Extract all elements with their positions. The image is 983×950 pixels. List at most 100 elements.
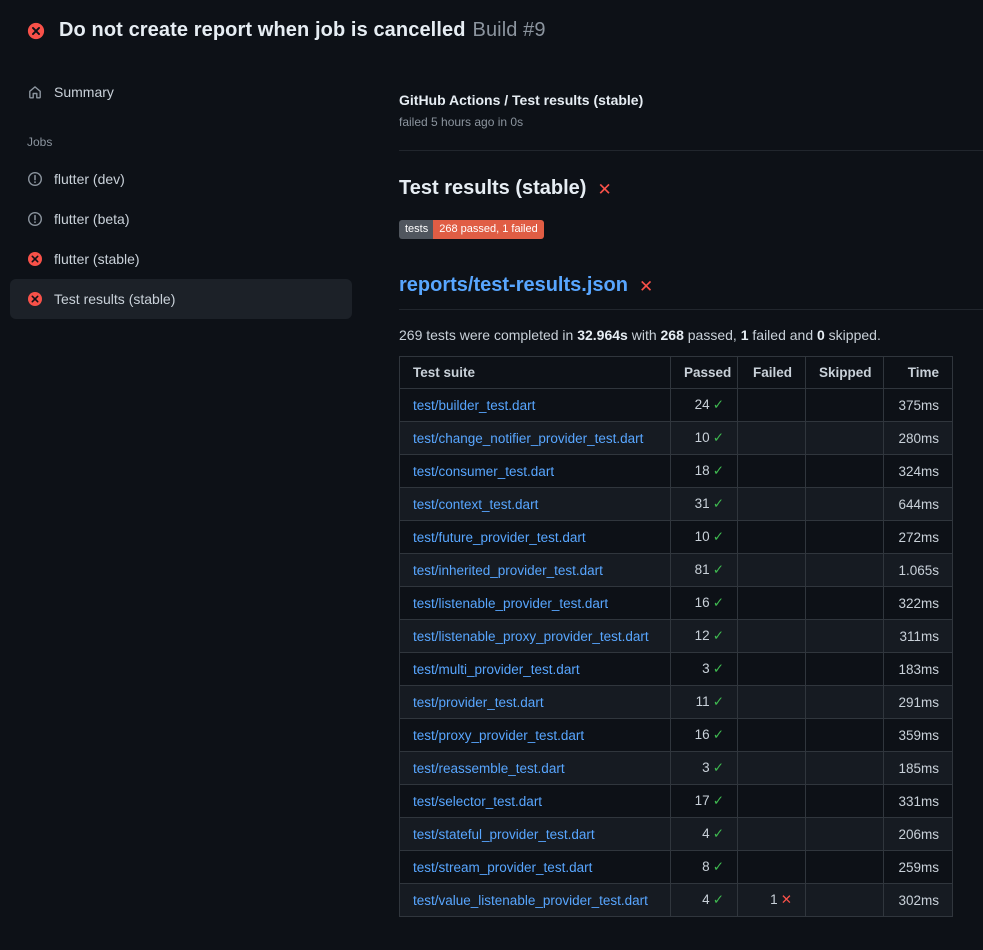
badge-value: 268 passed, 1 failed (433, 220, 543, 239)
table-row: test/future_provider_test.dart 10✓ ✕ 272… (400, 521, 953, 554)
summary-text: with (628, 327, 661, 343)
passed-cell: 10✓ (671, 422, 738, 455)
skipped-cell (806, 851, 884, 884)
jobs-section-label: Jobs (27, 135, 352, 149)
sidebar-item-summary[interactable]: Summary (10, 72, 352, 112)
test-suite-link[interactable]: test/inherited_provider_test.dart (413, 563, 603, 578)
test-suite-link[interactable]: test/builder_test.dart (413, 398, 535, 413)
report-heading: reports/test-results.json ✕ (399, 274, 983, 310)
passed-cell: 8✓ (671, 851, 738, 884)
time-cell: 1.065s (884, 554, 953, 587)
passed-cell: 81✓ (671, 554, 738, 587)
test-suite-link[interactable]: test/provider_test.dart (413, 695, 544, 710)
failed-status-icon (27, 22, 45, 40)
skipped-cell (806, 389, 884, 422)
time-cell: 331ms (884, 785, 953, 818)
build-number: Build #9 (473, 19, 546, 41)
check-run-page: Do not create report when job is cancell… (0, 0, 983, 950)
summary-passed-count: 268 (661, 327, 684, 343)
passed-count: 18 (695, 463, 710, 478)
col-header-failed: Failed (738, 357, 806, 389)
sidebar-item-flutter-dev[interactable]: flutter (dev) (10, 159, 352, 199)
badge-label: tests (399, 220, 433, 239)
col-header-time: Time (884, 357, 953, 389)
test-suite-cell: test/listenable_proxy_provider_test.dart (400, 620, 671, 653)
test-suite-link[interactable]: test/change_notifier_provider_test.dart (413, 431, 643, 446)
test-suite-cell: test/inherited_provider_test.dart (400, 554, 671, 587)
test-suite-cell: test/selector_test.dart (400, 785, 671, 818)
check-name-heading: Test results (stable) (399, 177, 586, 200)
passed-cell: 10✓ (671, 521, 738, 554)
cancelled-icon (27, 171, 43, 187)
time-cell: 291ms (884, 686, 953, 719)
test-suite-link[interactable]: test/reassemble_test.dart (413, 761, 565, 776)
time-cell: 644ms (884, 488, 953, 521)
test-suite-link[interactable]: test/selector_test.dart (413, 794, 542, 809)
failed-cell: ✕ (738, 620, 806, 653)
summary-line: 269 tests were completed in 32.964s with… (399, 327, 983, 343)
passed-cell: 31✓ (671, 488, 738, 521)
check-icon: ✓ (713, 463, 724, 478)
report-file-link[interactable]: reports/test-results.json (399, 274, 628, 297)
skipped-cell (806, 719, 884, 752)
failed-cell: ✕ (738, 785, 806, 818)
test-suite-link[interactable]: test/multi_provider_test.dart (413, 662, 580, 677)
time-cell: 183ms (884, 653, 953, 686)
time-cell: 272ms (884, 521, 953, 554)
check-icon: ✓ (713, 595, 724, 610)
failed-cell: ✕ (738, 818, 806, 851)
sidebar-item-flutter-beta[interactable]: flutter (beta) (10, 199, 352, 239)
test-suite-link[interactable]: test/value_listenable_provider_test.dart (413, 893, 648, 908)
skipped-cell (806, 587, 884, 620)
failed-cell: ✕ (738, 851, 806, 884)
check-title: Do not create report when job is cancell… (59, 19, 466, 41)
check-icon: ✓ (713, 628, 724, 643)
summary-text: skipped. (825, 327, 881, 343)
passed-cell: 16✓ (671, 587, 738, 620)
table-row: test/proxy_provider_test.dart 16✓ ✕ 359m… (400, 719, 953, 752)
cancelled-icon (27, 211, 43, 227)
test-suite-link[interactable]: test/stateful_provider_test.dart (413, 827, 595, 842)
check-icon: ✓ (713, 793, 724, 808)
check-icon: ✓ (713, 859, 724, 874)
passed-cell: 4✓ (671, 818, 738, 851)
passed-cell: 18✓ (671, 455, 738, 488)
failed-cell: ✕ (738, 422, 806, 455)
passed-cell: 12✓ (671, 620, 738, 653)
table-row: test/provider_test.dart 11✓ ✕ 291ms (400, 686, 953, 719)
failed-cell: ✕ (738, 719, 806, 752)
test-suite-link[interactable]: test/stream_provider_test.dart (413, 860, 592, 875)
results-table: Test suite Passed Failed Skipped Time te… (399, 356, 953, 917)
test-suite-link[interactable]: test/future_provider_test.dart (413, 530, 586, 545)
check-icon: ✓ (713, 397, 724, 412)
check-icon: ✓ (713, 727, 724, 742)
passed-count: 31 (695, 496, 710, 511)
table-row: test/inherited_provider_test.dart 81✓ ✕ … (400, 554, 953, 587)
table-row: test/stream_provider_test.dart 8✓ ✕ 259m… (400, 851, 953, 884)
sidebar-item-flutter-stable[interactable]: flutter (stable) (10, 239, 352, 279)
passed-count: 24 (695, 397, 710, 412)
table-row: test/selector_test.dart 17✓ ✕ 331ms (400, 785, 953, 818)
time-cell: 311ms (884, 620, 953, 653)
failed-count: 1 (770, 892, 778, 907)
test-suite-link[interactable]: test/listenable_provider_test.dart (413, 596, 608, 611)
summary-text: passed, (684, 327, 741, 343)
test-suite-link[interactable]: test/proxy_provider_test.dart (413, 728, 584, 743)
check-icon: ✓ (713, 892, 724, 907)
sidebar-item-label: flutter (beta) (54, 211, 129, 227)
x-circle-icon (27, 291, 43, 307)
skipped-cell (806, 521, 884, 554)
test-suite-link[interactable]: test/context_test.dart (413, 497, 538, 512)
passed-count: 17 (695, 793, 710, 808)
test-suite-link[interactable]: test/listenable_proxy_provider_test.dart (413, 629, 649, 644)
col-header-test-suite: Test suite (400, 357, 671, 389)
test-suite-cell: test/provider_test.dart (400, 686, 671, 719)
check-icon: ✓ (713, 496, 724, 511)
time-cell: 259ms (884, 851, 953, 884)
test-suite-link[interactable]: test/consumer_test.dart (413, 464, 554, 479)
section-title: Test results (stable) ✕ (399, 177, 983, 200)
passed-count: 16 (695, 727, 710, 742)
sidebar-item-test-results-stable[interactable]: Test results (stable) (10, 279, 352, 319)
summary-text: 269 tests were completed in (399, 327, 577, 343)
time-cell: 280ms (884, 422, 953, 455)
